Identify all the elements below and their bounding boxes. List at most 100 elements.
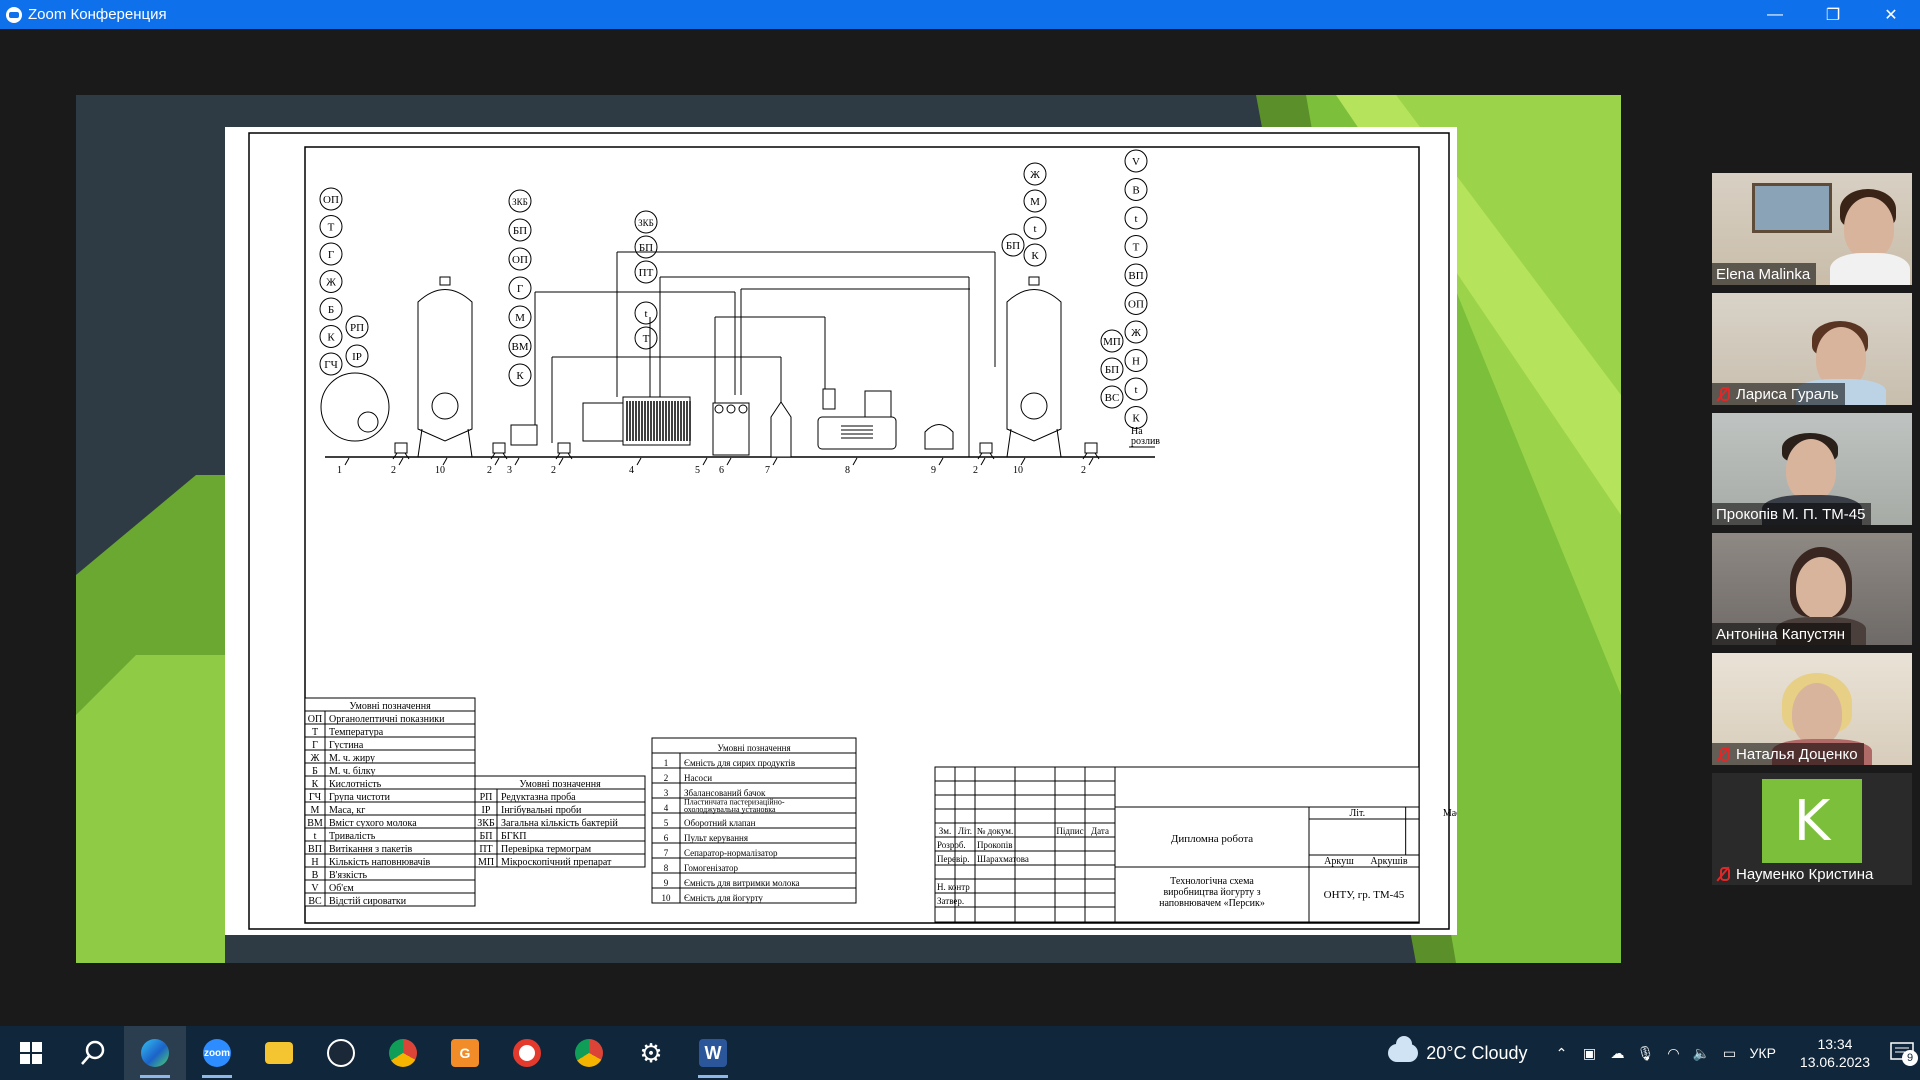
legend-text: Ємність для витримки молока	[684, 878, 800, 888]
participant-tile[interactable]: Антоніна Капустян	[1712, 533, 1912, 645]
control-point-label: ЗКБ	[638, 218, 654, 228]
notifications-button[interactable]: 9	[1884, 1038, 1920, 1068]
gear-icon: ⚙	[639, 1037, 663, 1068]
chevron-up-icon[interactable]: ⌃	[1548, 1045, 1576, 1062]
control-point-label: ОП	[323, 194, 339, 206]
legend-code: ВП	[308, 844, 322, 855]
taskbar-word[interactable]: W	[682, 1026, 744, 1080]
legend-table-equipment: Умовні позначення 1 Ємність для сирих прод…	[651, 737, 857, 904]
participant-tile[interactable]: K Науменко Кристина	[1712, 773, 1912, 885]
pipe-line	[467, 428, 473, 458]
stamp-sheets: Аркушів	[1370, 856, 1407, 867]
control-point-label: t	[644, 308, 647, 320]
legend-code: ВС	[308, 896, 322, 907]
control-point-label: Т	[643, 333, 650, 345]
restore-button[interactable]: ❐	[1804, 0, 1862, 29]
close-button[interactable]: ✕	[1862, 0, 1920, 29]
cloud-icon	[1388, 1036, 1419, 1062]
stamp-col-label: Літ.	[1349, 808, 1365, 819]
control-point-label: ГЧ	[324, 359, 338, 371]
legend-code: ПТ	[479, 844, 492, 855]
notification-count: 9	[1902, 1050, 1918, 1066]
control-point-label: БП	[513, 225, 527, 237]
homogenizer	[817, 416, 897, 450]
equipment-number: 1	[337, 465, 342, 476]
legend-title: Умовні позначення	[349, 701, 431, 712]
taskbar-chrome-2[interactable]	[558, 1026, 620, 1080]
mic-muted-icon	[1716, 386, 1730, 402]
control-point-label: V	[1132, 156, 1140, 168]
participant-name: Антоніна Капустян	[1712, 623, 1852, 645]
legend-text: Об'єм	[329, 883, 354, 894]
participant-tile[interactable]: Elena Malinka	[1712, 173, 1912, 285]
legend-code: 9	[664, 878, 669, 888]
taskbar-zoom[interactable]: zoom	[186, 1026, 248, 1080]
pump	[492, 442, 506, 454]
onedrive-icon[interactable]: ☁	[1604, 1045, 1632, 1062]
legend-code: В	[312, 870, 319, 881]
wall-picture	[1752, 183, 1832, 233]
legend-code: 8	[664, 863, 669, 873]
window-title: Zoom Конференция	[28, 6, 167, 23]
legend-code: 2	[664, 773, 669, 783]
weather-widget[interactable]: 20°C Cloudy	[1388, 1036, 1528, 1064]
taskbar-steam[interactable]	[310, 1026, 372, 1080]
participant-tile-active-speaker[interactable]: Прокопів М. П. ТМ-45	[1712, 413, 1912, 525]
start-button[interactable]	[0, 1026, 62, 1080]
raw-tank-1	[320, 372, 390, 442]
equipment-number: 2	[391, 465, 396, 476]
clock[interactable]: 13:34 13.06.2023	[1800, 1035, 1870, 1071]
shared-screen[interactable]: ОП Т Г Ж Б К ГЧ РП ІР ЗКБ БП ОП Г М ВМ К ЗКБ БП ПТ t Т Ж Мt К БП…	[76, 95, 1621, 963]
zoom-icon: zoom	[203, 1039, 231, 1067]
minimize-button[interactable]: —	[1746, 0, 1804, 29]
pipe-line	[1056, 428, 1062, 458]
equipment-number: 2	[551, 465, 556, 476]
pump	[394, 442, 408, 454]
control-point-label: БП	[1105, 364, 1119, 376]
legend-code: Б	[312, 766, 318, 777]
legend-code: ЗКБ	[477, 818, 495, 829]
legend-text: Ємність для сирих продуктів	[684, 758, 795, 768]
control-point-label: ПТ	[639, 267, 654, 279]
search-button[interactable]	[62, 1026, 124, 1080]
control-point-label: К	[327, 332, 335, 344]
taskbar-settings[interactable]: ⚙	[620, 1026, 682, 1080]
microphone-icon[interactable]: 🎙	[1632, 1045, 1660, 1062]
taskbar-file-explorer[interactable]	[248, 1026, 310, 1080]
participant-tile[interactable]: Лариса Гураль	[1712, 293, 1912, 405]
control-point-label: К	[516, 370, 524, 382]
battery-icon[interactable]: ▭	[1716, 1045, 1744, 1062]
panel-gauge	[726, 404, 736, 414]
legend-text: Витікання з пакетів	[329, 844, 413, 855]
legend-text: Густина	[329, 740, 364, 751]
control-point-label: t	[1033, 223, 1036, 235]
wifi-icon[interactable]: ◠	[1660, 1045, 1688, 1062]
stamp-head: № докум.	[977, 826, 1014, 836]
equipment-scheme: ОП Т Г Ж Б К ГЧ РП ІР ЗКБ БП ОП Г М ВМ К ЗКБ БП ПТ t Т Ж Мt К БП…	[319, 149, 1160, 476]
control-point-label: Г	[328, 249, 334, 261]
taskbar-edge[interactable]	[124, 1026, 186, 1080]
participant-tile[interactable]: Наталья Доценко	[1712, 653, 1912, 765]
zoom-logo-icon	[6, 6, 22, 23]
equipment-number: 10	[435, 465, 445, 476]
pipe-line	[1020, 457, 1026, 466]
system-tray: 20°C Cloudy ⌃ ▣ ☁ 🎙 ◠ 🔈 ▭ УКР 13:34 13.06…	[1388, 1026, 1920, 1080]
control-point-label: t	[1134, 384, 1137, 396]
legend-text: Сепаратор-нормалізатор	[684, 848, 778, 858]
equipment-number: 2	[487, 465, 492, 476]
pipe-line	[502, 452, 508, 460]
taskbar-pdf-app[interactable]: G	[434, 1026, 496, 1080]
meet-now-icon[interactable]: ▣	[1576, 1045, 1604, 1062]
control-point-label: ВП	[1128, 270, 1143, 282]
legend-title: Умовні позначення	[717, 743, 790, 753]
legend-text: Мікроскопічний препарат	[501, 857, 612, 868]
taskbar-opera[interactable]	[496, 1026, 558, 1080]
taskbar-chrome[interactable]	[372, 1026, 434, 1080]
stamp-head: Лiт.	[958, 826, 972, 836]
legend-code: ВМ	[307, 818, 323, 829]
volume-icon[interactable]: 🔈	[1688, 1045, 1716, 1062]
mic-muted-icon	[1716, 866, 1730, 882]
language-indicator[interactable]: УКР	[1750, 1045, 1776, 1061]
legend-code: t	[314, 831, 317, 842]
stamp-person: Прокопів	[977, 840, 1012, 850]
